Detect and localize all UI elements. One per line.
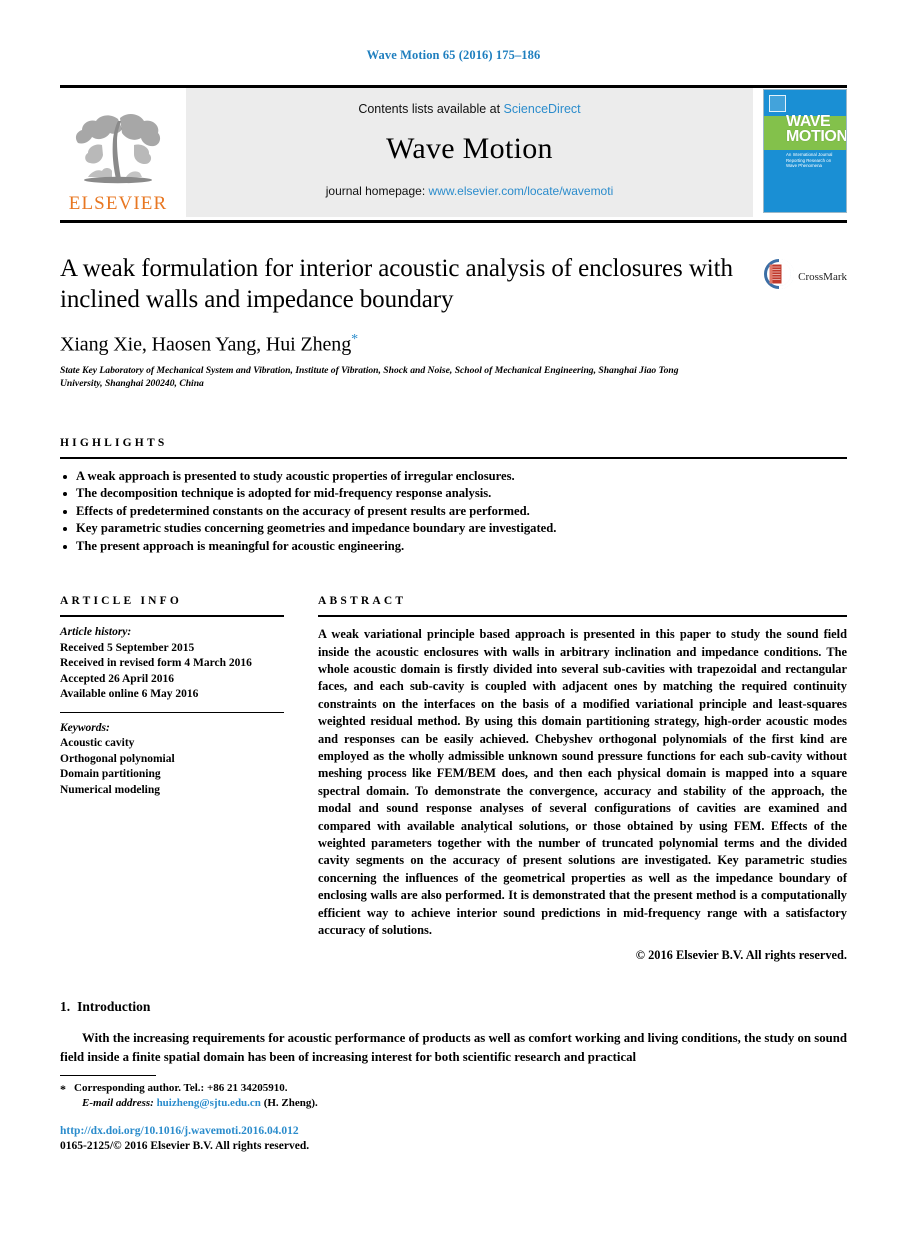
contents-available-line: Contents lists available at ScienceDirec… xyxy=(358,102,580,116)
abstract-column: Abstract A weak variational principle ba… xyxy=(318,595,847,963)
abstract-rule xyxy=(318,615,847,618)
elsevier-wordmark: ELSEVIER xyxy=(68,193,168,214)
page-footer: * Corresponding author. Tel.: +86 21 3420… xyxy=(60,1075,520,1154)
affiliation: State Key Laboratory of Mechanical Syste… xyxy=(60,364,679,390)
issn-copyright-line: 0165-2125/© 2016 Elsevier B.V. All right… xyxy=(60,1140,310,1152)
title-block: A weak formulation for interior acoustic… xyxy=(60,253,847,391)
journal-band: Contents lists available at ScienceDirec… xyxy=(186,85,753,217)
abstract-heading: Abstract xyxy=(318,595,407,608)
doi-link[interactable]: http://dx.doi.org/10.1016/j.wavemoti.201… xyxy=(60,1124,520,1139)
introduction-heading: 1. Introduction xyxy=(60,999,847,1015)
article-history-item: Accepted 26 April 2016 xyxy=(60,672,175,685)
author-list: Xiang Xie, Haosen Yang, Hui Zheng* xyxy=(60,332,737,357)
article-history-item: Received in revised form 4 March 2016 xyxy=(60,657,252,670)
paper-page: Wave Motion 65 (2016) 175–186 ELSEVIER C… xyxy=(0,0,907,1238)
keyword-item: Domain partitioning xyxy=(60,768,161,781)
cover-title: WAVE MOTION xyxy=(786,113,847,145)
article-info-heading: Article info xyxy=(60,595,183,608)
corresponding-author-text: Corresponding author. Tel.: +86 21 34205… xyxy=(74,1082,288,1094)
introduction-section: 1. Introduction With the increasing requi… xyxy=(60,999,847,1067)
running-head: Wave Motion 65 (2016) 175–186 xyxy=(366,48,541,62)
cover-title-line2: MOTION xyxy=(786,128,847,145)
journal-homepage-link[interactable]: www.elsevier.com/locate/wavemoti xyxy=(429,184,614,198)
abstract-body: A weak variational principle based appro… xyxy=(318,627,847,938)
introduction-paragraph: With the increasing requirements for aco… xyxy=(60,1031,847,1065)
author-names: Xiang Xie, Haosen Yang, Hui Zheng xyxy=(60,333,352,356)
corresponding-author-marker[interactable]: * xyxy=(351,332,358,347)
email-link[interactable]: huizheng@sjtu.edu.cn xyxy=(157,1097,261,1109)
highlights-rule xyxy=(60,456,847,459)
section-number: 1. xyxy=(60,999,71,1015)
page-title: A weak formulation for interior acoustic… xyxy=(60,255,733,313)
journal-cover-thumbnail[interactable]: WAVE MOTION An International Journal Rep… xyxy=(763,89,847,213)
crossmark-label: CrossMark xyxy=(798,270,847,283)
highlights-section: Highlights A weak approach is presented … xyxy=(60,437,847,556)
masthead-bottom-rule xyxy=(60,220,847,223)
journal-homepage-line: journal homepage: www.elsevier.com/locat… xyxy=(326,184,613,198)
keyword-item: Orthogonal polynomial xyxy=(60,752,175,765)
section-title: Introduction xyxy=(77,999,151,1015)
sciencedirect-link[interactable]: ScienceDirect xyxy=(504,102,581,116)
article-history-item: Available online 6 May 2016 xyxy=(60,688,199,701)
masthead-top-rule xyxy=(60,85,847,88)
homepage-prefix: journal homepage: xyxy=(325,184,429,198)
article-history-label: Article history: xyxy=(60,626,132,639)
highlights-list: A weak approach is presented to study ac… xyxy=(60,468,847,556)
cover-subtitle: An International Journal Reporting Resea… xyxy=(786,152,833,169)
footnote-rule xyxy=(60,1075,156,1076)
abstract-copyright: © 2016 Elsevier B.V. All rights reserved… xyxy=(635,948,847,963)
crossmark-icon xyxy=(764,258,795,294)
keywords-block: Keywords: Acoustic cavity Orthogonal pol… xyxy=(60,711,284,799)
article-history-item: Received 5 September 2015 xyxy=(60,641,195,654)
elsevier-logo: ELSEVIER xyxy=(60,85,176,217)
journal-title: Wave Motion xyxy=(386,132,553,165)
elsevier-tree-icon xyxy=(72,105,164,192)
list-item: A weak approach is presented to study ac… xyxy=(60,468,847,486)
keywords-label: Keywords: xyxy=(60,721,110,734)
highlights-heading: Highlights xyxy=(60,436,168,449)
crossmark-badge[interactable]: CrossMark xyxy=(764,258,847,294)
info-abstract-row: Article info Article history: Received 5… xyxy=(60,595,847,963)
list-item: Effects of predetermined constants on th… xyxy=(60,503,847,521)
article-info-column: Article info Article history: Received 5… xyxy=(60,595,284,963)
corresponding-author-note: * Corresponding author. Tel.: +86 21 3420… xyxy=(60,1081,520,1096)
email-note: E-mail address: huizheng@sjtu.edu.cn (H.… xyxy=(60,1096,520,1111)
list-item: The decomposition technique is adopted f… xyxy=(60,485,847,503)
list-item: The present approach is meaningful for a… xyxy=(60,538,847,556)
cover-title-line1: WAVE xyxy=(786,113,831,130)
contents-prefix: Contents lists available at xyxy=(358,102,504,116)
cover-elsevier-icon xyxy=(769,95,786,112)
email-label: E-mail address: xyxy=(82,1097,154,1109)
keyword-item: Acoustic cavity xyxy=(60,737,135,750)
email-owner: (H. Zheng). xyxy=(263,1097,318,1109)
journal-masthead: ELSEVIER Contents lists available at Sci… xyxy=(60,85,847,223)
article-info-rule xyxy=(60,615,284,618)
keyword-item: Numerical modeling xyxy=(60,783,160,796)
keywords-rule xyxy=(60,711,284,713)
footnote-star-icon: * xyxy=(60,1082,66,1096)
list-item: Key parametric studies concerning geomet… xyxy=(60,520,847,538)
